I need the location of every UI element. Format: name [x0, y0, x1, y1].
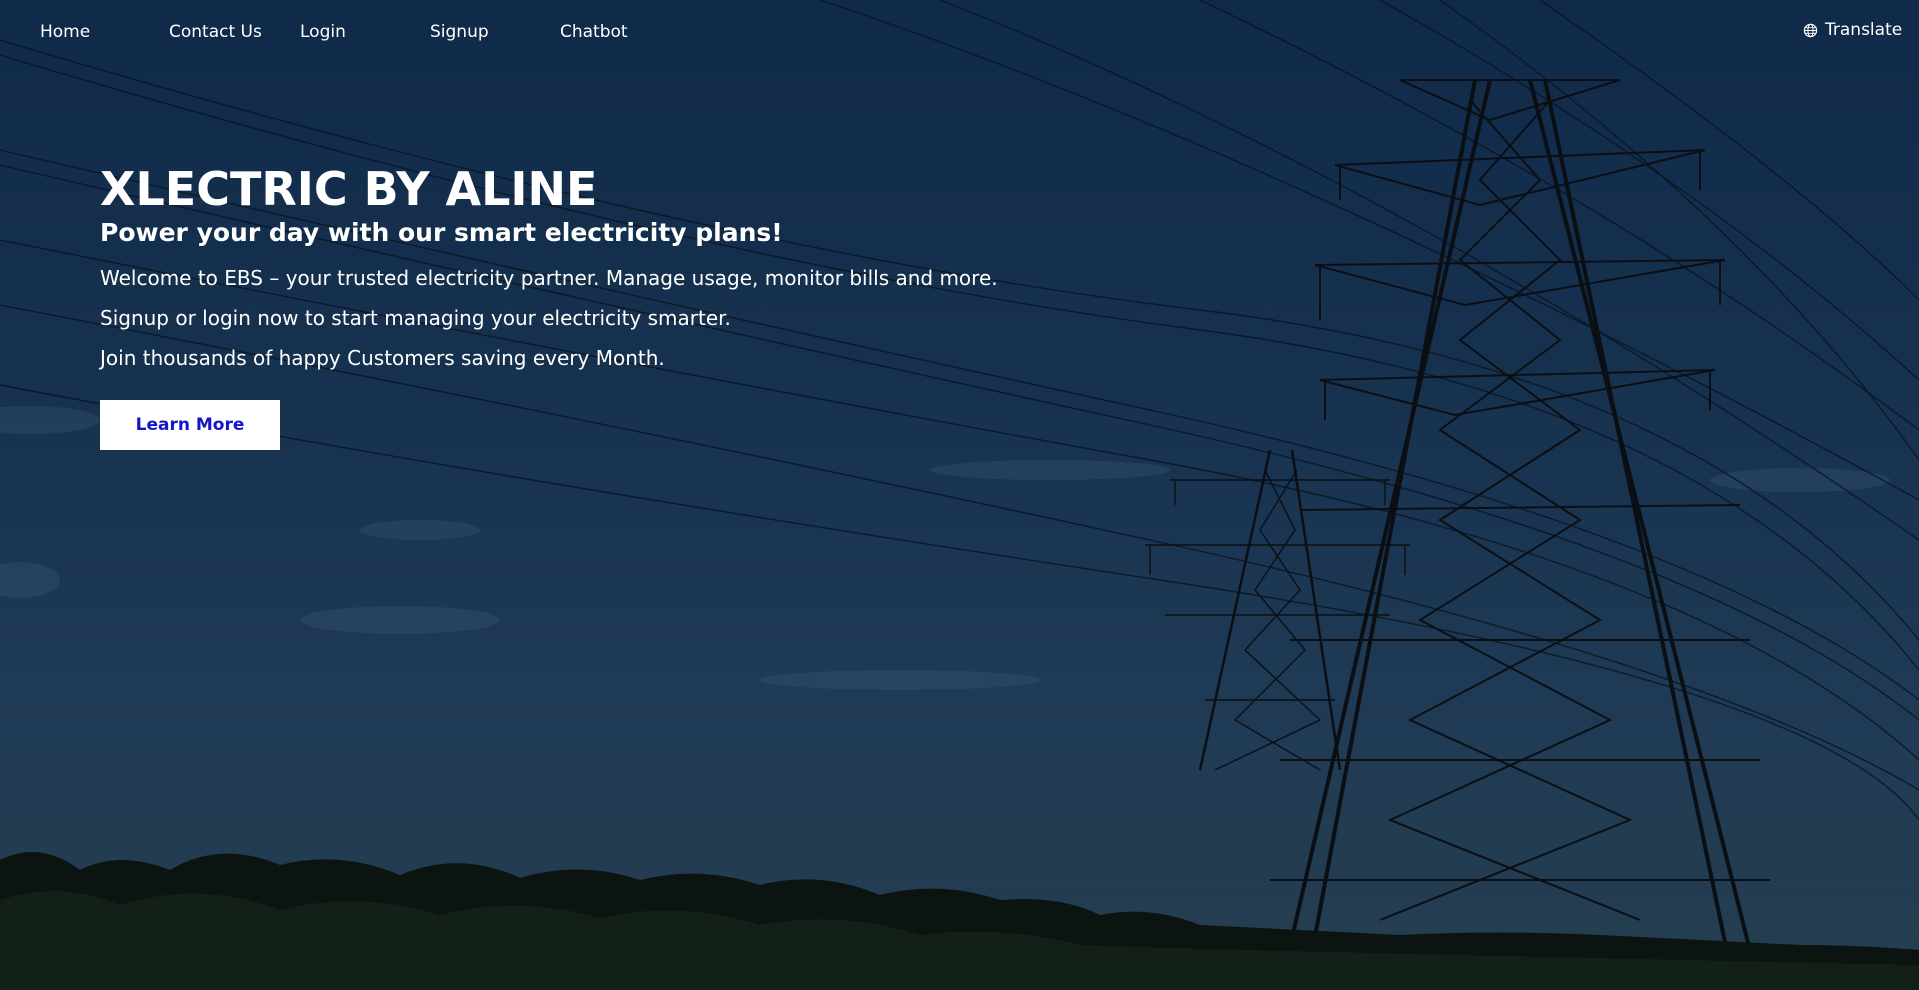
- top-nav: Home Contact Us Login Signup Chatbot Tra…: [0, 18, 1919, 48]
- nav-chatbot-link[interactable]: Chatbot: [560, 22, 628, 42]
- background-image: [0, 0, 1919, 990]
- hero-line-welcome: Welcome to EBS – your trusted electricit…: [100, 266, 998, 290]
- nav-signup-link[interactable]: Signup: [430, 22, 489, 42]
- nav-contact-us-link[interactable]: Contact Us: [169, 22, 262, 42]
- hero-title: XLECTRIC BY ALINE: [100, 162, 598, 216]
- nav-home-link[interactable]: Home: [40, 22, 90, 42]
- hero-line-signup: Signup or login now to start managing yo…: [100, 306, 731, 330]
- translate-button[interactable]: Translate: [1803, 20, 1902, 40]
- hero-section: XLECTRIC BY ALINE Power your day with ou…: [100, 162, 1100, 450]
- translate-label: Translate: [1825, 20, 1903, 40]
- nav-login-link[interactable]: Login: [300, 22, 346, 42]
- hero-line-join: Join thousands of happy Customers saving…: [100, 346, 665, 370]
- page: Home Contact Us Login Signup Chatbot Tra…: [0, 0, 1919, 990]
- globe-icon: [1803, 23, 1818, 37]
- learn-more-button[interactable]: Learn More: [100, 400, 280, 450]
- hero-subtitle: Power your day with our smart electricit…: [100, 218, 783, 247]
- hero-description: Welcome to EBS – your trusted electricit…: [100, 258, 1100, 378]
